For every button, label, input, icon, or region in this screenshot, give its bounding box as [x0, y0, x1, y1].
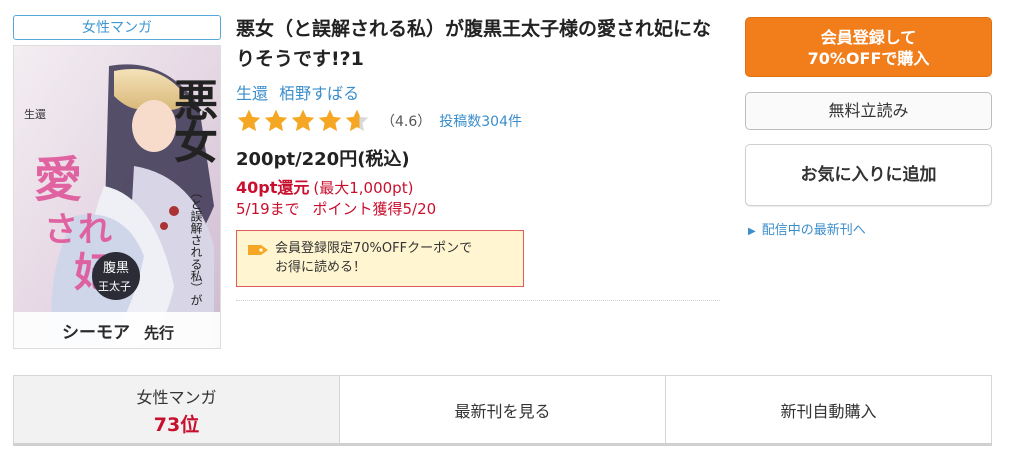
svg-text:シーモア: シーモア [62, 323, 130, 343]
book-title: 悪女（と誤解される私）が腹黒王太子様の愛され妃になりそうです!?1 [236, 18, 712, 70]
rating-value: （4.6） [381, 114, 432, 130]
tab-bar-underline [13, 443, 992, 446]
svg-text:生還: 生還 [24, 107, 46, 121]
points-return: 40pt還元 (最大1,000pt) [236, 174, 413, 198]
cover-illustration: 悪 女 （と誤解される私）が 生還 愛 され 妃 腹黒 王太子 シーモア 先行 [14, 46, 220, 348]
points-deadline: 5/19まで ポイント獲得5/20 [236, 198, 444, 219]
svg-text:王太子: 王太子 [98, 280, 131, 293]
points-grant-date: ポイント獲得5/20 [312, 200, 437, 218]
register-and-buy-button[interactable]: 会員登録して 70%OFFで購入 [745, 17, 992, 77]
book-cover-image[interactable]: 悪 女 （と誤解される私）が 生還 愛 され 妃 腹黒 王太子 シーモア 先行 [13, 45, 221, 349]
auto-purchase-label: 新刊自動購入 [780, 402, 877, 421]
latest-volume-link[interactable]: ▶ 配信中の最新刊へ [748, 219, 866, 238]
svg-text:腹黒: 腹黒 [103, 260, 129, 276]
genre-badge[interactable]: 女性マンガ [13, 15, 221, 40]
svg-text:愛: 愛 [34, 152, 82, 208]
tab-genre-ranking[interactable]: 女性マンガ 73位 [14, 376, 339, 444]
star-icon [318, 109, 342, 132]
triangle-right-icon: ▶ [748, 226, 756, 237]
svg-text:（と誤解される私）が: （と誤解される私）が [189, 186, 203, 306]
points-max: (最大1,000pt) [313, 179, 414, 197]
genre-ranking-value: 73位 [153, 413, 200, 436]
review-count-link[interactable]: 投稿数304件 [439, 111, 522, 131]
tab-auto-purchase[interactable]: 新刊自動購入 [665, 376, 991, 444]
star-icon [237, 109, 261, 132]
star-rating [236, 108, 371, 134]
author-list: 生還 栢野すばる [236, 80, 365, 104]
star-icon [345, 109, 369, 132]
points-return-amount: 40pt還元 [236, 178, 310, 197]
deadline-date: 5/19まで [236, 200, 300, 218]
bottom-tab-bar: 女性マンガ 73位 最新刊を見る 新刊自動購入 [13, 375, 992, 445]
coupon-tag-icon [248, 245, 268, 255]
star-icon [264, 109, 288, 132]
star-icon [291, 109, 315, 132]
coupon-banner[interactable]: 会員登録限定70%OFFクーポンで お得に読める！ [236, 230, 524, 287]
svg-text:女: 女 [174, 118, 218, 169]
author-link[interactable]: 栢野すばる [279, 84, 359, 103]
svg-text:され: され [44, 210, 112, 250]
author-link[interactable]: 生還 [236, 84, 268, 103]
free-preview-button[interactable]: 無料立読み [745, 92, 992, 130]
divider [236, 300, 720, 301]
latest-volume-label: 配信中の最新刊へ [761, 223, 866, 238]
genre-ranking-label: 女性マンガ [136, 387, 217, 407]
svg-text:先行: 先行 [144, 324, 174, 342]
tab-see-latest[interactable]: 最新刊を見る [339, 376, 665, 444]
add-to-favorites-button[interactable]: お気に入りに追加 [745, 144, 992, 206]
see-latest-label: 最新刊を見る [454, 402, 551, 421]
price: 200pt/220円(税込) [236, 149, 410, 170]
rating: （4.6） 投稿数304件 [236, 108, 522, 134]
coupon-text: 会員登録限定70%OFFクーポンで お得に読める！ [275, 241, 473, 275]
